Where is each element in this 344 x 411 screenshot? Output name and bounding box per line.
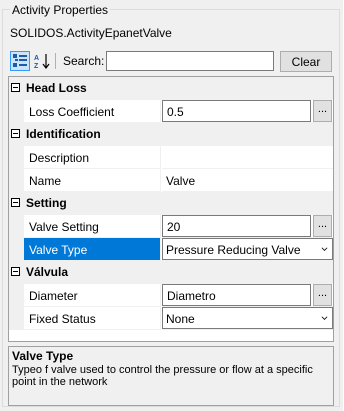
property-name-selected[interactable]: Valve Type xyxy=(24,238,161,261)
collapse-icon[interactable] xyxy=(11,267,20,276)
search-label: Search: xyxy=(63,54,105,68)
property-grid-toolbar: A Z Search: Clear xyxy=(10,50,332,72)
property-value-input[interactable]: Diametro xyxy=(162,284,311,306)
property-row-loss-coefficient[interactable]: Loss Coefficient 0.5 ... xyxy=(9,100,333,123)
property-value-input[interactable]: 0.5 xyxy=(162,100,311,122)
property-value: Valve xyxy=(166,174,196,188)
property-value-cell: 20 ... xyxy=(162,215,333,238)
categorized-view-button[interactable] xyxy=(10,51,30,71)
help-title: Valve Type xyxy=(12,349,74,363)
property-name[interactable]: Name xyxy=(24,169,161,192)
category-label: Setting xyxy=(26,196,67,210)
category-identification[interactable]: Identification xyxy=(9,123,333,146)
chevron-down-icon xyxy=(321,316,328,320)
property-row-diameter[interactable]: Diameter Diametro ... xyxy=(9,284,333,307)
search-input[interactable] xyxy=(106,51,274,71)
ellipsis-button[interactable]: ... xyxy=(313,100,332,122)
categorized-view-icon xyxy=(13,54,27,67)
ellipsis-button[interactable]: ... xyxy=(313,284,332,306)
property-value-cell: None xyxy=(162,307,333,330)
category-head-loss[interactable]: Head Loss xyxy=(9,77,333,100)
category-label: Válvula xyxy=(26,265,69,279)
collapse-icon[interactable] xyxy=(11,129,20,138)
svg-text:Z: Z xyxy=(34,63,39,70)
collapse-icon[interactable] xyxy=(11,198,20,207)
chevron-down-icon xyxy=(321,247,328,251)
category-setting[interactable]: Setting xyxy=(9,192,333,215)
alphabetical-sort-button[interactable]: A Z xyxy=(32,51,52,71)
property-value-cell: Pressure Reducing Valve xyxy=(162,238,333,261)
property-row-name[interactable]: Name Valve xyxy=(9,169,333,192)
property-help-panel: Valve Type Typeo f valve used to control… xyxy=(8,346,334,406)
category-label: Head Loss xyxy=(26,81,87,95)
property-grid: Head Loss Loss Coefficient 0.5 ... Ident… xyxy=(8,76,334,342)
property-row-valve-setting[interactable]: Valve Setting 20 ... xyxy=(9,215,333,238)
selected-object-name: SOLIDOS.ActivityEpanetValve xyxy=(10,26,172,40)
property-row-fixed-status[interactable]: Fixed Status None xyxy=(9,307,333,330)
property-name[interactable]: Valve Setting xyxy=(24,215,161,238)
property-name[interactable]: Diameter xyxy=(24,284,161,307)
property-row-valve-type[interactable]: Valve Type Pressure Reducing Valve xyxy=(9,238,333,261)
property-value-cell: 0.5 ... xyxy=(162,100,333,123)
property-name[interactable]: Fixed Status xyxy=(24,307,161,330)
svg-text:A: A xyxy=(34,55,39,62)
valve-type-dropdown[interactable]: Pressure Reducing Valve xyxy=(162,238,333,260)
property-value-cell[interactable] xyxy=(162,146,333,169)
category-valvula[interactable]: Válvula xyxy=(9,261,333,284)
ellipsis-button[interactable]: ... xyxy=(313,215,332,237)
property-name[interactable]: Description xyxy=(24,146,161,169)
property-name[interactable]: Loss Coefficient xyxy=(24,100,161,123)
property-value-cell[interactable]: Valve xyxy=(162,169,333,192)
dropdown-value: Pressure Reducing Valve xyxy=(166,243,301,257)
property-row-description[interactable]: Description xyxy=(9,146,333,169)
dropdown-value: None xyxy=(166,312,195,326)
toolbar-separator xyxy=(55,53,56,69)
panel-title: Activity Properties xyxy=(10,3,111,17)
property-value-input[interactable]: 20 xyxy=(162,215,311,237)
clear-search-button[interactable]: Clear xyxy=(280,51,332,72)
help-description: Typeo f valve used to control the pressu… xyxy=(12,364,313,388)
collapse-icon[interactable] xyxy=(11,83,20,92)
category-label: Identification xyxy=(26,127,101,141)
property-value-cell: Diametro ... xyxy=(162,284,333,307)
alphabetical-sort-icon: A Z xyxy=(34,54,50,70)
fixed-status-dropdown[interactable]: None xyxy=(162,307,333,329)
